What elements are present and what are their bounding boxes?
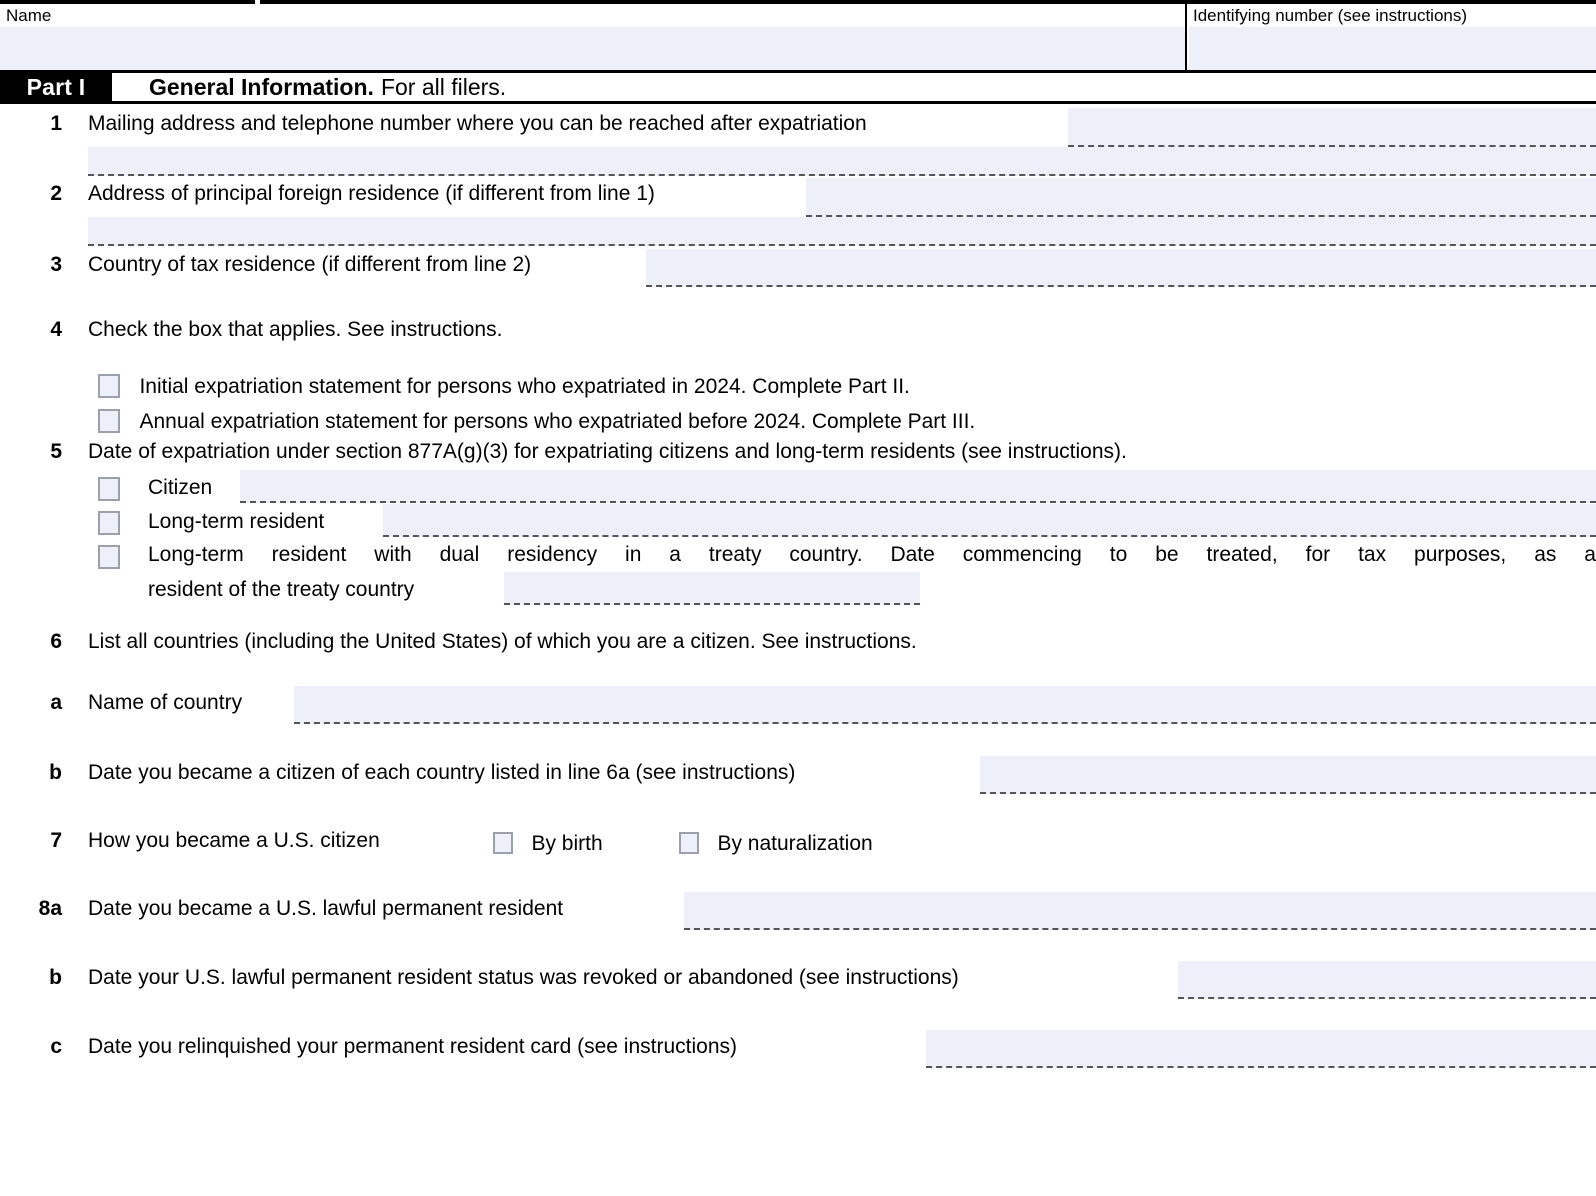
line-4-row: 4 Check the box that applies. See instru… [0,296,1596,432]
line-4-option-2[interactable]: Annual expatriation statement for person… [98,409,975,434]
line-6-number: 6 [0,630,62,654]
line-5-checkbox-dual-residency[interactable] [98,545,120,569]
line-8c-input[interactable] [926,1030,1596,1068]
identifying-number-label: Identifying number (see instructions) [1187,4,1596,26]
line-7-by-birth-label: By birth [531,832,602,855]
line-7-checkbox-by-birth[interactable] [493,832,513,854]
line-7-by-birth-option[interactable]: By birth [493,832,603,856]
line-8b-label: Date your U.S. lawful permanent resident… [88,966,959,990]
line-8c-letter: c [0,1035,62,1059]
line-4-option-1[interactable]: Initial expatriation statement for perso… [98,374,910,399]
line-8a-input[interactable] [684,892,1596,930]
line-4-number: 4 [0,318,62,342]
line-5-label: Date of expatriation under section 877A(… [88,440,1127,464]
line-8a-number: 8a [0,897,62,921]
line-2-input-b[interactable] [88,217,1596,246]
form-header: Name Identifying number (see instruction… [0,0,1596,70]
line-7-by-naturalization-label: By naturalization [717,832,872,855]
line-5-dual-input[interactable] [504,572,920,605]
line-6a-row: a Name of country [0,678,1596,748]
line-3-label: Country of tax residence (if different f… [88,253,531,277]
line-5-checkbox-citizen[interactable] [98,477,120,501]
line-4-checkbox-2[interactable] [98,409,120,433]
line-8c-row: c Date you relinquished your permanent r… [0,1022,1596,1091]
line-1-row: 1 Mailing address and telephone number w… [0,104,1596,176]
line-6b-input[interactable] [980,756,1596,794]
line-7-row: 7 How you became a U.S. citizen By birth… [0,816,1596,884]
line-5-row: 5 Date of expatriation under section 877… [0,432,1596,608]
line-8a-row: 8a Date you became a U.S. lawful permane… [0,884,1596,953]
line-6-row: 6 List all countries (including the Unit… [0,608,1596,678]
line-1-input-b[interactable] [88,147,1596,176]
line-1-number: 1 [0,112,62,136]
name-input[interactable] [0,27,1185,72]
line-7-number: 7 [0,829,62,853]
line-8a-label: Date you became a U.S. lawful permanent … [88,897,563,921]
line-5-citizen-label: Citizen [148,476,212,500]
part-1-tag: Part I [0,73,112,101]
line-7-by-naturalization-option[interactable]: By naturalization [679,832,873,856]
line-5-dual-label-line2: resident of the treaty country [148,578,414,602]
line-4-option-2-label: Annual expatriation statement for person… [139,410,975,433]
form-body: 1 Mailing address and telephone number w… [0,104,1596,1091]
line-6b-letter: b [0,761,62,785]
line-2-row: 2 Address of principal foreign residence… [0,176,1596,248]
line-8b-letter: b [0,966,62,990]
line-5-citizen-checkbox[interactable] [98,477,120,501]
line-5-dual-checkbox[interactable] [98,545,120,569]
name-cell: Name [0,4,1185,74]
line-3-number: 3 [0,253,62,277]
line-4-checkbox-1[interactable] [98,374,120,398]
part-1-header-bar: Part I General Information. For all file… [0,70,1596,104]
line-4-label: Check the box that applies. See instruct… [88,318,502,342]
line-6-label: List all countries (including the United… [88,630,917,654]
line-6a-label: Name of country [88,691,242,715]
line-6b-label: Date you became a citizen of each countr… [88,761,795,785]
line-6a-letter: a [0,691,62,715]
line-6b-row: b Date you became a citizen of each coun… [0,748,1596,816]
part-1-title-rest: For all filers. [381,74,506,101]
line-5-citizen-input[interactable] [240,470,1596,503]
name-label: Name [0,4,1185,26]
part-1-title: General Information. For all filers. [112,73,506,101]
line-5-ltr-label: Long-term resident [148,510,324,534]
line-8c-label: Date you relinquished your permanent res… [88,1035,737,1059]
line-5-ltr-input[interactable] [383,504,1596,537]
line-1-input-a[interactable] [1068,108,1596,147]
line-6a-input[interactable] [294,686,1596,724]
line-5-dual-label-line1: Long-term resident with dual residency i… [148,543,1596,567]
identifying-number-cell: Identifying number (see instructions) [1185,4,1596,74]
line-2-label: Address of principal foreign residence (… [88,182,655,206]
line-5-number: 5 [0,440,62,464]
line-8b-row: b Date your U.S. lawful permanent reside… [0,953,1596,1022]
line-1-label: Mailing address and telephone number whe… [88,112,867,136]
identifying-number-input[interactable] [1189,27,1596,72]
line-5-checkbox-long-term-resident[interactable] [98,511,120,535]
line-4-option-1-label: Initial expatriation statement for perso… [139,375,909,398]
line-7-label: How you became a U.S. citizen [88,829,380,853]
part-1-title-bold: General Information. [149,74,374,101]
line-5-ltr-checkbox[interactable] [98,511,120,535]
line-2-input-a[interactable] [806,178,1596,217]
line-3-row: 3 Country of tax residence (if different… [0,248,1596,296]
line-8b-input[interactable] [1178,961,1596,999]
line-2-number: 2 [0,182,62,206]
line-7-checkbox-by-naturalization[interactable] [679,832,699,854]
line-3-input[interactable] [646,249,1596,287]
